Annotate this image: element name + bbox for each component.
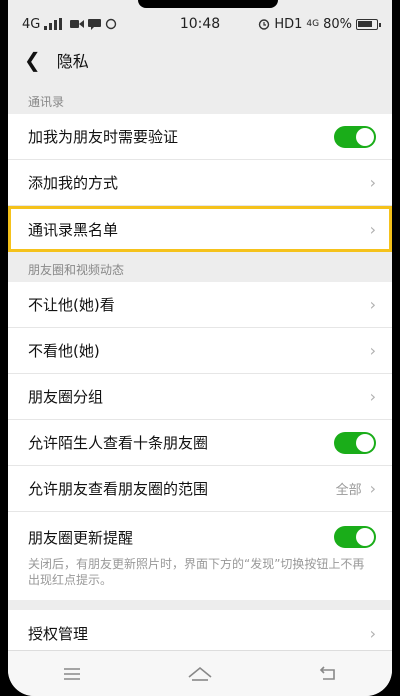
- chevron-right-icon: ›: [369, 623, 376, 643]
- strangers-view-toggle[interactable]: [334, 431, 376, 454]
- chevron-right-icon: ›: [369, 173, 376, 192]
- contacts-group: 加我为朋友时需要验证 添加我的方式 › 通讯录黑名单 ›: [8, 114, 392, 252]
- strangers-view-label: 允许陌生人查看十条朋友圈: [28, 434, 209, 452]
- hide-moments-from-label: 不让他(她)看: [28, 296, 115, 314]
- status-time: 10:48: [179, 16, 221, 32]
- menu-icon[interactable]: [52, 659, 92, 689]
- chevron-right-icon: ›: [369, 219, 376, 239]
- chevron-right-icon: ›: [369, 341, 376, 360]
- status-bar: 4G 10:48 HD1 4G 80%: [8, 8, 392, 40]
- moments-range-label: 允许朋友查看朋友圈的范围: [28, 480, 209, 498]
- settings-content: 通讯录 加我为朋友时需要验证 添加我的方式 › 通讯录黑名单 › 朋友圈和视频动…: [8, 84, 392, 656]
- verify-friend-label: 加我为朋友时需要验证: [28, 128, 179, 146]
- system-nav-bar: [8, 650, 392, 696]
- home-icon[interactable]: [180, 659, 220, 689]
- moments-notify-label: 朋友圈更新提醒: [28, 528, 134, 547]
- section-title-contacts: 通讯录: [28, 95, 65, 109]
- add-me-ways-label: 添加我的方式: [28, 174, 119, 192]
- moments-notify-toggle[interactable]: [334, 526, 376, 548]
- moments-group: 不让他(她)看 › 不看他(她) › 朋友圈分组 › 允许陌生人查看十条朋友圈 …: [8, 282, 392, 600]
- dont-see-moments-row[interactable]: 不看他(她) ›: [8, 328, 392, 374]
- page-title: 隐私: [56, 52, 89, 71]
- moments-notify-description: 关闭后，有朋友更新照片时，界面下方的“发现”切换按钮上不再出现红点提示。: [28, 557, 365, 587]
- moments-range-value: 全部: [335, 483, 362, 498]
- add-me-ways-row[interactable]: 添加我的方式 ›: [8, 160, 392, 206]
- back-arrow-icon[interactable]: ❮: [24, 50, 41, 70]
- phone-screen: 4G 10:48 HD1 4G 80% ❮ 隐私 通讯录 加我为朋友时需要验证 …: [8, 0, 392, 696]
- contacts-blacklist-row[interactable]: 通讯录黑名单 ›: [8, 206, 392, 252]
- moments-notify-line: 朋友圈更新提醒: [28, 526, 376, 548]
- chevron-right-icon: ›: [369, 387, 376, 406]
- strangers-view-row[interactable]: 允许陌生人查看十条朋友圈: [8, 420, 392, 466]
- chevron-right-icon: ›: [369, 295, 376, 314]
- section-title-moments: 朋友圈和视频动态: [28, 263, 125, 277]
- verify-friend-toggle[interactable]: [334, 125, 376, 148]
- back-nav-icon[interactable]: [308, 659, 348, 689]
- battery-icon: [356, 18, 381, 30]
- top-nav-bar: ❮ 隐私: [8, 40, 392, 80]
- chevron-right-icon: ›: [369, 479, 376, 498]
- auth-management-label: 授权管理: [28, 624, 89, 643]
- hide-moments-from-row[interactable]: 不让他(她)看 ›: [8, 282, 392, 328]
- moments-groups-label: 朋友圈分组: [28, 388, 104, 406]
- phone-notch: [138, 0, 278, 8]
- moments-groups-row[interactable]: 朋友圈分组 ›: [8, 374, 392, 420]
- contacts-blacklist-label: 通讯录黑名单: [28, 220, 119, 239]
- verify-friend-row[interactable]: 加我为朋友时需要验证: [8, 114, 392, 160]
- dont-see-moments-label: 不看他(她): [28, 342, 100, 360]
- moments-notify-row: 朋友圈更新提醒 关闭后，有朋友更新照片时，界面下方的“发现”切换按钮上不再出现红…: [8, 512, 392, 600]
- moments-range-row[interactable]: 允许朋友查看朋友圈的范围 全部 ›: [8, 466, 392, 512]
